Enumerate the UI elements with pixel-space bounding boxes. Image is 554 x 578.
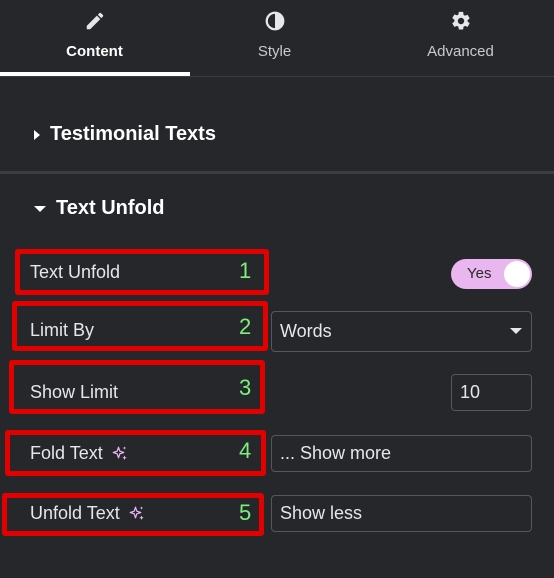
annotation-number-2: 2 (239, 314, 252, 339)
fold-text-label-text: Fold Text (30, 443, 103, 463)
tab-advanced-label: Advanced (427, 43, 494, 60)
show-limit-label-text: Show Limit (30, 382, 119, 402)
limit-by-select-value: Words (280, 321, 332, 341)
section-title: Text Unfold (56, 197, 165, 219)
section-testimonial-texts[interactable]: Testimonial Texts (34, 123, 216, 146)
tab-style-label: Style (257, 43, 292, 60)
fold-text-input[interactable]: ... Show more (271, 435, 532, 472)
panel-tabs: Content Style Advanced (0, 0, 554, 77)
tab-style[interactable]: Style (182, 0, 367, 76)
tab-content[interactable]: Content (2, 0, 187, 76)
unfold-text-value: Show less (280, 503, 363, 523)
text-unfold-label: Text Unfold (30, 262, 120, 283)
toggle-text: Yes (467, 265, 492, 282)
tab-content-label: Content (66, 43, 123, 60)
annotation-number-5: 5 (239, 500, 252, 525)
caret-right-icon (34, 129, 40, 140)
fold-text-value: ... Show more (280, 443, 392, 463)
chevron-down-icon (510, 328, 522, 334)
active-tab-indicator (0, 72, 190, 76)
limit-by-label: Limit By (30, 320, 94, 341)
annotation-number-3: 3 (239, 375, 252, 400)
section-title: Testimonial Texts (50, 123, 216, 145)
unfold-text-input[interactable]: Show less (271, 495, 532, 532)
toggle-knob (504, 261, 530, 287)
show-limit-label: Show Limit (30, 382, 118, 403)
annotation-number-4: 4 (239, 438, 252, 463)
limit-by-select[interactable]: Words (271, 311, 532, 352)
text-unfold-toggle[interactable]: Yes (451, 259, 532, 289)
half-circle-icon (265, 11, 284, 31)
section-text-unfold[interactable]: Text Unfold (34, 197, 165, 220)
tab-advanced[interactable]: Advanced (368, 0, 553, 76)
sparkle-icon (112, 446, 127, 460)
sparkle-icon (129, 506, 144, 520)
fold-text-label: Fold Text (30, 443, 129, 464)
show-limit-value: 10 (460, 382, 481, 402)
show-limit-input[interactable]: 10 (451, 374, 532, 411)
limit-by-label-text: Limit By (30, 320, 95, 340)
text-unfold-label-text: Text Unfold (30, 262, 121, 282)
section-divider (0, 171, 554, 174)
pencil-icon (86, 12, 103, 30)
caret-down-icon (34, 205, 46, 212)
unfold-text-label: Unfold Text (30, 503, 146, 524)
unfold-text-label-text: Unfold Text (30, 503, 120, 523)
gear-icon (451, 11, 470, 30)
annotation-number-1: 1 (239, 258, 252, 283)
